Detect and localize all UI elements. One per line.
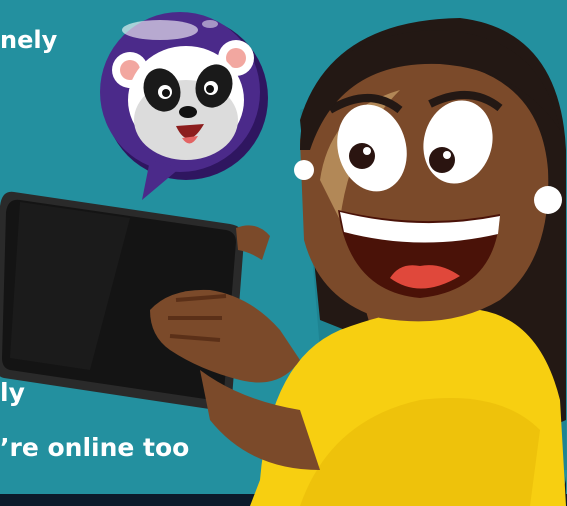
- earring-left: [294, 160, 314, 180]
- headline-fragment-2: ly: [0, 378, 25, 407]
- headline-fragment-1: nely: [0, 26, 58, 54]
- scene-artwork: [0, 0, 567, 506]
- earring: [534, 186, 562, 214]
- illustration-panel: nely ly ’re online too: [0, 0, 567, 506]
- headline-fragment-3: ’re online too: [0, 433, 190, 462]
